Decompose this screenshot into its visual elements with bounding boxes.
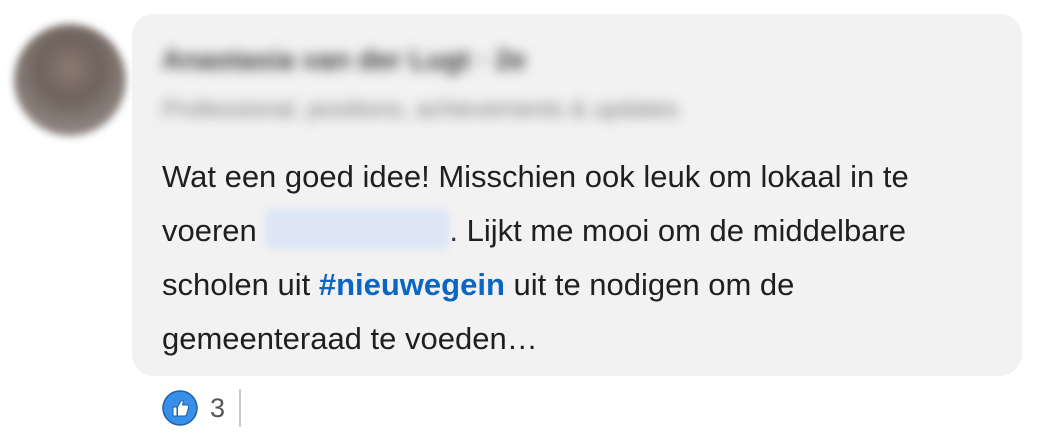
comment-text: Wat een goed idee! Misschien ook leuk om… <box>162 150 982 366</box>
avatar[interactable] <box>14 24 126 136</box>
divider <box>239 389 242 427</box>
hashtag-link[interactable]: #nieuwegein <box>319 267 505 302</box>
author-name[interactable]: Anastasia van der Lugt · 2e <box>162 44 526 76</box>
like-icon[interactable] <box>162 390 198 426</box>
reaction-count[interactable]: 3 <box>210 393 225 424</box>
author-headline: Professional, positions, achievements & … <box>162 96 679 123</box>
reactions-bar[interactable]: 3 <box>162 388 242 428</box>
comment: Anastasia van der Lugt · 2e Professional… <box>0 0 1038 448</box>
mention-link[interactable] <box>265 209 450 249</box>
